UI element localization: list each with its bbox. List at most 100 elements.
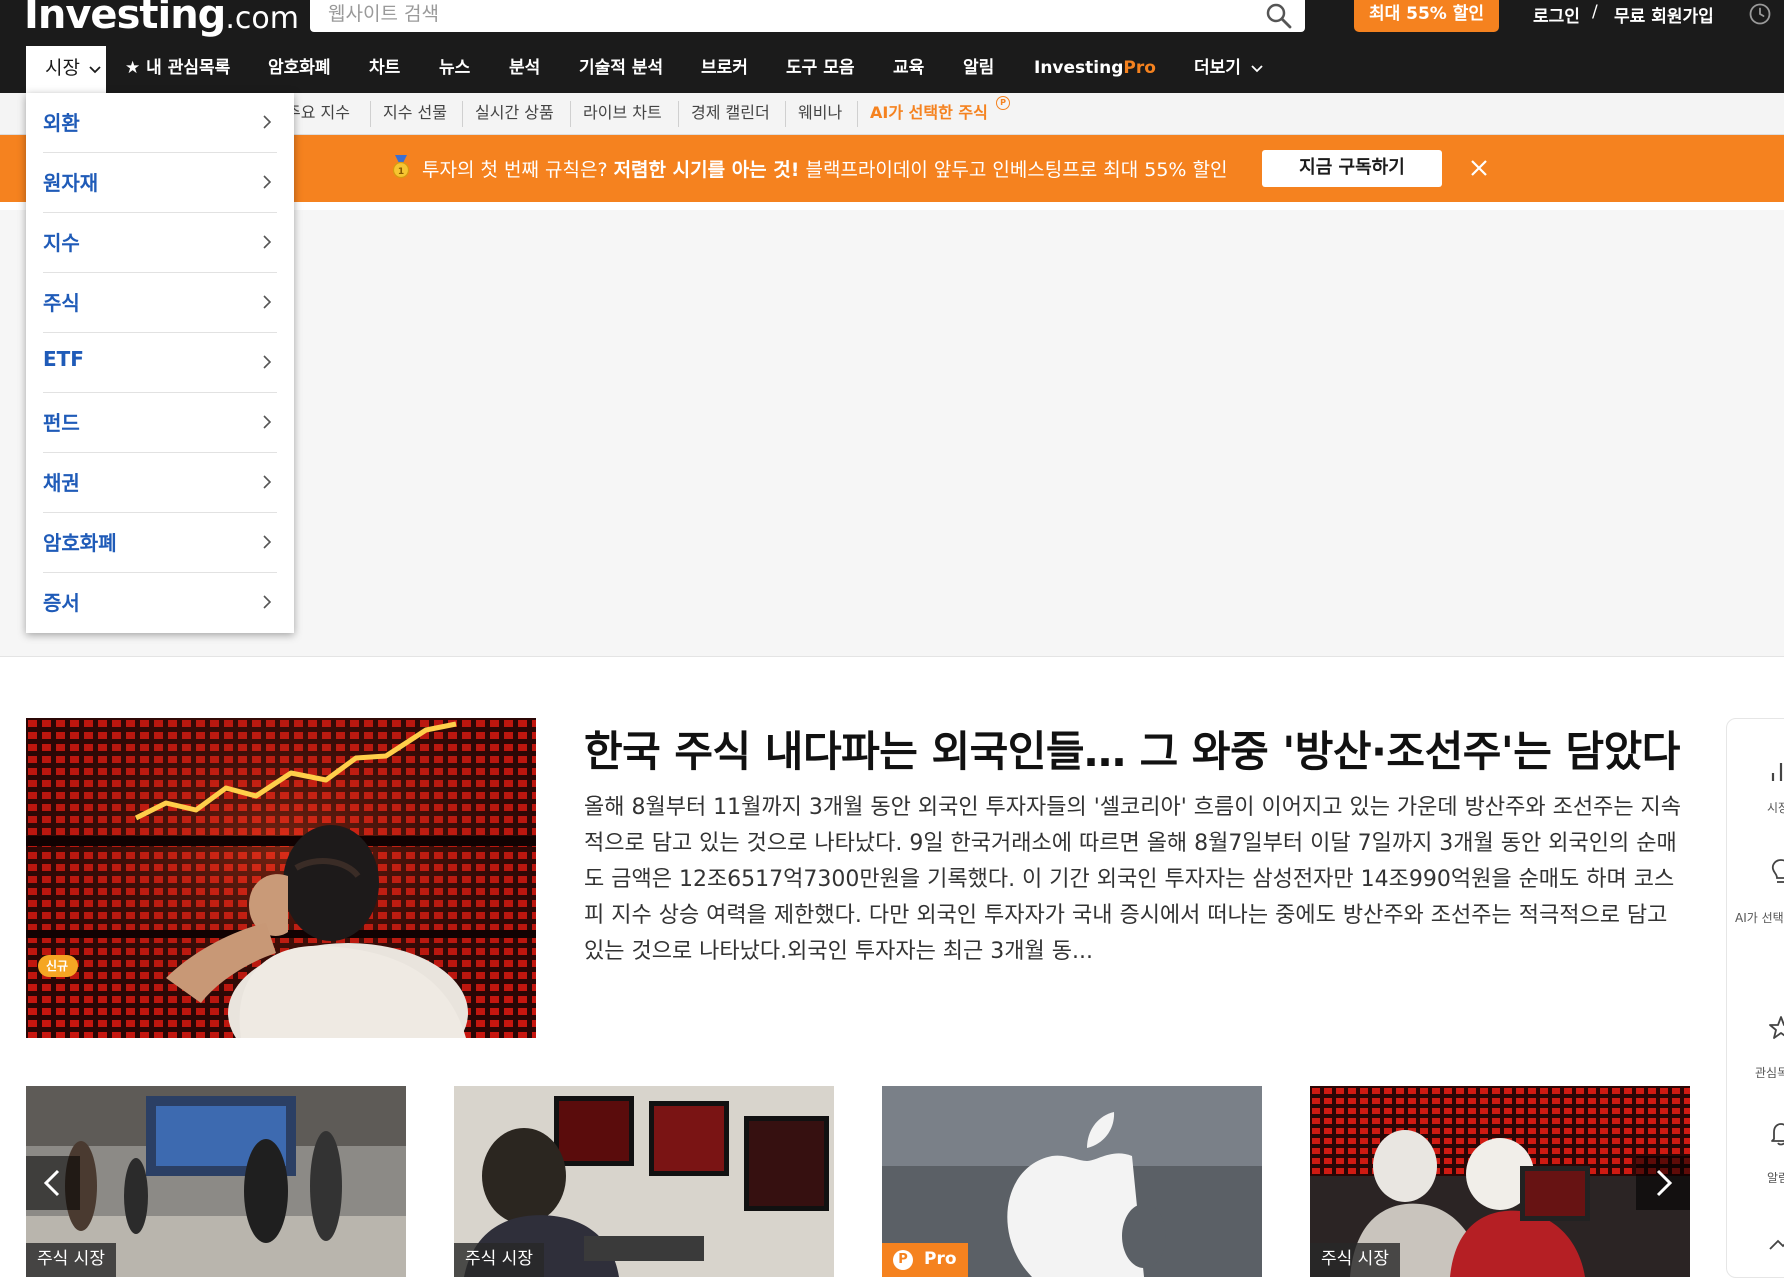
- dropdown-item-label: 암호화폐: [43, 531, 117, 555]
- nav-news[interactable]: 뉴스: [439, 46, 470, 93]
- thumb-category-tag: 주식 시장: [454, 1243, 544, 1277]
- subnav-index-futures[interactable]: 지수 선물: [383, 93, 447, 135]
- rail-label-ai-picks: AI가 선택한 주식: [1735, 911, 1784, 925]
- stock-board-photo: [26, 718, 536, 1038]
- nav-markets[interactable]: 시장: [26, 46, 106, 93]
- site-logo[interactable]: Investing.com: [24, 0, 299, 38]
- dropdown-item-indices[interactable]: 지수: [43, 213, 277, 273]
- dropdown-item-label: 주식: [43, 291, 80, 315]
- nav-tools[interactable]: 도구 모음: [786, 46, 854, 93]
- nav-watchlist[interactable]: ★ 내 관심목록: [125, 46, 230, 93]
- nav-pro-label-a: Investing: [1034, 58, 1124, 78]
- chevron-right-icon: [263, 355, 272, 369]
- dropdown-item-label: 외환: [43, 111, 80, 135]
- chevron-right-icon: [263, 235, 272, 249]
- discount-promo-button[interactable]: 최대 55% 할인: [1354, 0, 1499, 32]
- nav-technical[interactable]: 기술적 분석: [579, 46, 663, 93]
- logo-suffix: .com: [225, 1, 299, 36]
- subnav-webinars[interactable]: 웨비나: [798, 93, 842, 135]
- dropdown-item-etf[interactable]: ETF: [43, 333, 277, 393]
- chevron-right-icon: [263, 115, 272, 129]
- signup-link[interactable]: 무료 회원가입: [1614, 2, 1714, 27]
- auth-separator: /: [1592, 2, 1598, 22]
- subnav-divider: [370, 101, 371, 127]
- subnav-divider: [785, 101, 786, 127]
- svg-text:1: 1: [398, 167, 404, 177]
- nav-markets-label: 시장: [45, 57, 80, 79]
- thumb-category-tag: 주식 시장: [26, 1243, 116, 1277]
- subnav-divider: [678, 101, 679, 127]
- thumb-pro-label: Pro: [924, 1249, 957, 1269]
- chevron-down-icon: [89, 66, 101, 74]
- logo-main: Investing: [24, 0, 226, 38]
- chevron-right-icon: [1656, 1169, 1673, 1197]
- rail-label-alerts: 알림: [1767, 1171, 1784, 1185]
- subnav-major-indices[interactable]: 주요 지수: [286, 93, 350, 135]
- nav-brokers[interactable]: 브로커: [701, 46, 748, 93]
- nav-charts[interactable]: 차트: [369, 46, 400, 93]
- carousel-prev-button[interactable]: [26, 1156, 80, 1210]
- search-box[interactable]: [310, 0, 1305, 32]
- news-thumb-3[interactable]: P Pro: [882, 1086, 1262, 1277]
- bell-icon[interactable]: [1767, 1119, 1784, 1147]
- dropdown-item-certificates[interactable]: 증서: [43, 573, 277, 633]
- new-badge: 신규: [38, 955, 78, 977]
- dropdown-item-funds[interactable]: 펀드: [43, 393, 277, 453]
- banner-text-pre: 투자의 첫 번째 규칙은?: [422, 159, 614, 181]
- dropdown-item-label: 펀드: [43, 411, 80, 435]
- login-link[interactable]: 로그인: [1533, 2, 1580, 27]
- dropdown-item-label: 지수: [43, 231, 80, 255]
- dropdown-item-label: 원자재: [43, 171, 99, 195]
- news-thumb-4[interactable]: 주식 시장: [1310, 1086, 1690, 1277]
- thumb-category-tag: 주식 시장: [1310, 1243, 1400, 1277]
- subnav-live-commodities[interactable]: 실시간 상품: [475, 93, 554, 135]
- chevron-right-icon: [263, 535, 272, 549]
- dropdown-item-bonds[interactable]: 채권: [43, 453, 277, 513]
- news-thumb-1[interactable]: 주식 시장: [26, 1086, 406, 1277]
- thumb-pro-tag: P Pro: [882, 1243, 968, 1277]
- dropdown-item-forex[interactable]: 외환: [43, 93, 277, 153]
- nav-more-label: 더보기: [1194, 58, 1241, 78]
- chevron-right-icon: [263, 415, 272, 429]
- subnav-divider: [857, 101, 858, 127]
- chevron-right-icon: [263, 175, 272, 189]
- nav-more[interactable]: 더보기: [1194, 46, 1263, 93]
- subnav-live-charts[interactable]: 라이브 차트: [583, 93, 662, 135]
- main-navigation: 시장 ★ 내 관심목록 암호화폐 차트 뉴스 분석 기술적 분석 브로커 도구 …: [0, 46, 1784, 93]
- banner-message: 투자의 첫 번째 규칙은? 저렴한 시기를 아는 것! 블랙프라이데이 앞두고 …: [422, 155, 1228, 182]
- nav-alerts[interactable]: 알림: [963, 46, 994, 93]
- subscribe-now-button[interactable]: 지금 구독하기: [1262, 150, 1442, 187]
- chevron-right-icon: [263, 595, 272, 609]
- chevron-right-icon: [263, 295, 272, 309]
- close-icon[interactable]: [1468, 157, 1490, 179]
- trend-icon[interactable]: [1767, 1229, 1784, 1257]
- nav-education[interactable]: 교육: [893, 46, 924, 93]
- chevron-right-icon: [263, 475, 272, 489]
- clock-icon[interactable]: [1748, 2, 1772, 26]
- dropdown-item-label: ETF: [43, 347, 84, 371]
- search-icon[interactable]: [1265, 2, 1293, 30]
- dropdown-item-commodities[interactable]: 원자재: [43, 153, 277, 213]
- dropdown-item-crypto[interactable]: 암호화폐: [43, 513, 277, 573]
- search-input[interactable]: [328, 0, 1258, 28]
- star-icon[interactable]: [1767, 1014, 1784, 1042]
- subnav-economic-calendar[interactable]: 경제 캘린더: [691, 93, 770, 135]
- rail-label-watchlist: 관심목록: [1755, 1066, 1784, 1080]
- rail-label-markets: 시장: [1767, 801, 1784, 815]
- featured-article-image[interactable]: [26, 718, 536, 1038]
- markets-dropdown-menu: 외환 원자재 지수 주식 ETF 펀드 채권 암호화폐 증서: [26, 93, 294, 633]
- nav-crypto[interactable]: 암호화폐: [268, 46, 331, 93]
- nav-pro-label-b: Pro: [1123, 58, 1156, 78]
- chevron-left-icon: [43, 1169, 60, 1197]
- featured-article-title[interactable]: 한국 주식 내다파는 외국인들… 그 와중 '방산·조선주'는 담았다: [584, 718, 1694, 779]
- bar-chart-icon[interactable]: [1767, 757, 1784, 785]
- lightbulb-icon[interactable]: [1767, 857, 1784, 885]
- carousel-next-button[interactable]: [1636, 1156, 1690, 1210]
- dropdown-item-stocks[interactable]: 주식: [43, 273, 277, 333]
- news-thumb-2[interactable]: 주식 시장: [454, 1086, 834, 1277]
- nav-investingpro[interactable]: InvestingPro: [1034, 46, 1156, 93]
- subnav-ai-picks[interactable]: AI가 선택한 주식: [870, 93, 988, 135]
- nav-analysis[interactable]: 분석: [509, 46, 540, 93]
- medal-icon: 1: [392, 155, 410, 179]
- banner-text-bold: 저렴한 시기를 아는 것!: [613, 159, 800, 181]
